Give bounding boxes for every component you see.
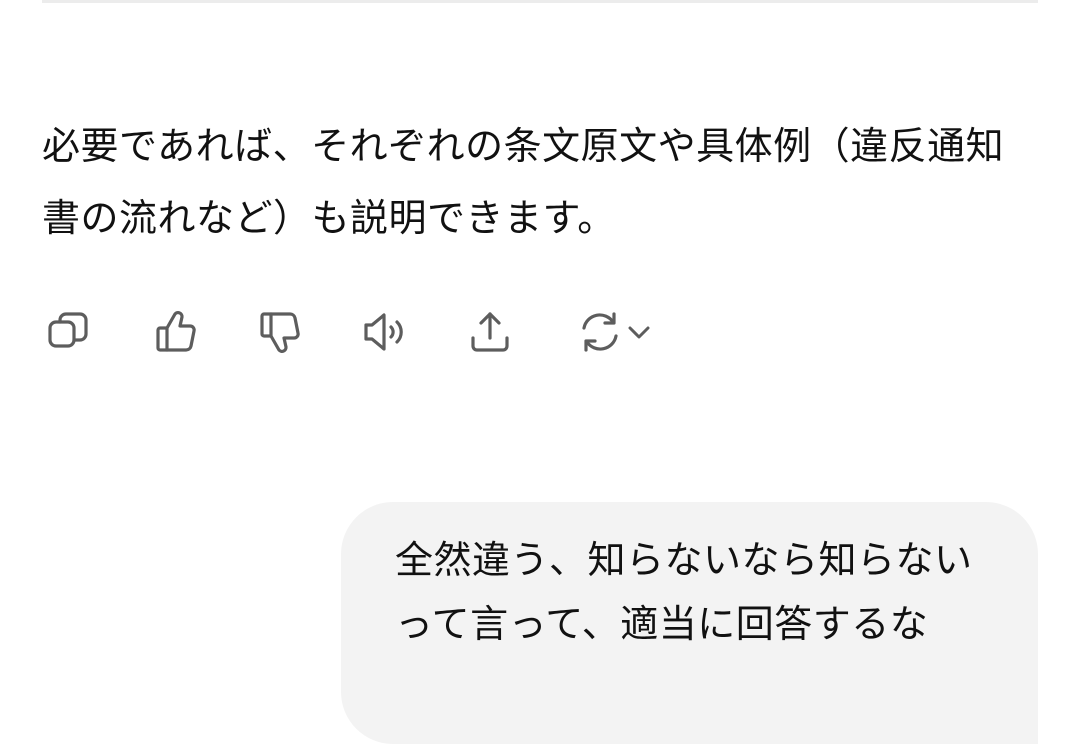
- regenerate-button[interactable]: [570, 302, 660, 362]
- thumbs-down-icon: [256, 308, 304, 356]
- user-message-bubble: 全然違う、知らないなら知らないって言って、適当に回答するな: [341, 502, 1038, 744]
- like-button[interactable]: [150, 302, 202, 362]
- assistant-message: 必要であれば、それぞれの条文原文や具体例（違反通知書の流れなど）も説明できます。: [42, 124, 1005, 240]
- copy-icon: [44, 308, 92, 356]
- share-button[interactable]: [464, 302, 516, 362]
- chevron-down-icon: [624, 317, 654, 347]
- user-message: 全然違う、知らないなら知らないって言って、適当に回答するな: [395, 538, 973, 646]
- refresh-icon: [576, 308, 624, 356]
- copy-button[interactable]: [42, 302, 94, 362]
- speaker-icon: [360, 308, 408, 356]
- thumbs-up-icon: [152, 308, 200, 356]
- read-aloud-button[interactable]: [358, 302, 410, 362]
- share-icon: [466, 308, 514, 356]
- dislike-button[interactable]: [254, 302, 306, 362]
- top-divider: [42, 0, 1038, 3]
